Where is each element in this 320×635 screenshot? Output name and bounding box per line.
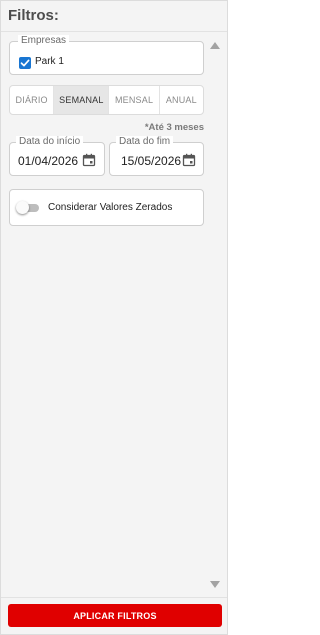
- period-option-mensal[interactable]: MENSAL: [109, 86, 160, 114]
- title-divider: [1, 31, 227, 32]
- zero-values-label[interactable]: Considerar Valores Zerados: [48, 202, 172, 213]
- scroll-down-icon[interactable]: [210, 581, 220, 588]
- period-option-diario[interactable]: DIÁRIO: [10, 86, 55, 114]
- end-date-field[interactable]: Data do fim 15/05/2026: [109, 136, 204, 176]
- start-date-value[interactable]: 01/04/2026: [18, 154, 82, 168]
- calendar-icon[interactable]: [82, 153, 96, 167]
- start-date-field[interactable]: Data do início 01/04/2026: [9, 136, 105, 176]
- period-option-anual[interactable]: ANUAL: [160, 86, 203, 114]
- company-label-park-1[interactable]: Park 1: [35, 56, 64, 67]
- footer-divider: [1, 597, 227, 598]
- companies-fieldset: Empresas Park 1: [9, 35, 204, 75]
- companies-legend: Empresas: [18, 35, 70, 47]
- end-date-value[interactable]: 15/05/2026: [121, 154, 185, 168]
- period-segmented-control: DIÁRIO SEMANAL MENSAL ANUAL: [9, 85, 204, 115]
- company-checkbox-park-1[interactable]: [19, 57, 31, 69]
- check-icon: [20, 59, 30, 67]
- scroll-up-icon[interactable]: [210, 42, 220, 49]
- start-date-label: Data do início: [16, 136, 84, 148]
- end-date-label: Data do fim: [116, 136, 174, 148]
- zero-values-card: Considerar Valores Zerados: [9, 189, 204, 226]
- apply-filters-button[interactable]: APLICAR FILTROS: [8, 604, 222, 627]
- filters-panel: Filtros: Empresas Park 1 DIÁRIO SEMANAL …: [0, 0, 228, 635]
- calendar-icon[interactable]: [182, 153, 196, 167]
- zero-values-toggle-thumb[interactable]: [16, 201, 29, 214]
- filters-title: Filtros:: [8, 7, 59, 24]
- range-note: *Até 3 meses: [144, 122, 204, 133]
- period-option-semanal[interactable]: SEMANAL: [54, 86, 110, 114]
